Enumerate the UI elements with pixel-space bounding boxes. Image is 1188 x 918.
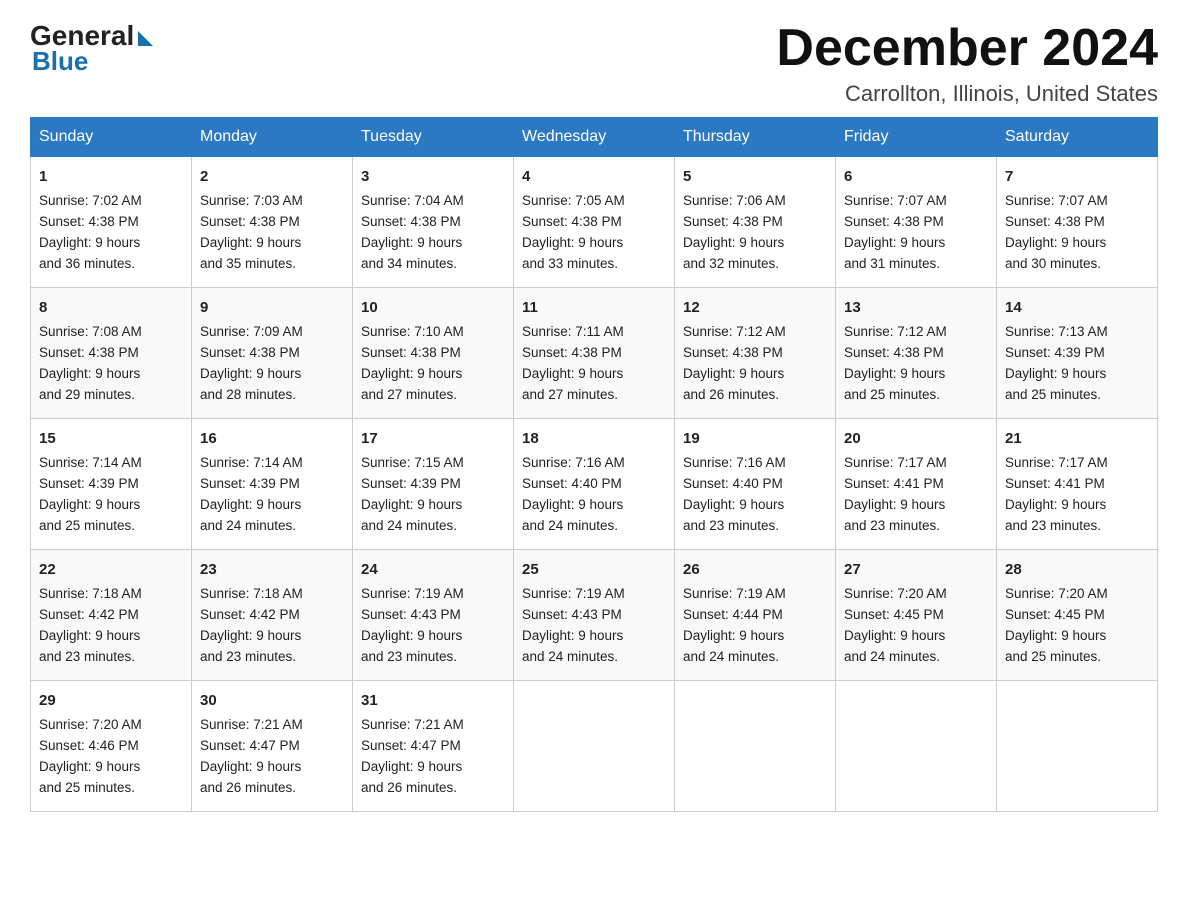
day-number: 7 (1005, 165, 1149, 188)
day-number: 12 (683, 296, 827, 319)
calendar-day-cell (997, 680, 1158, 811)
calendar-day-cell: 29Sunrise: 7:20 AMSunset: 4:46 PMDayligh… (31, 680, 192, 811)
calendar-day-cell: 9Sunrise: 7:09 AMSunset: 4:38 PMDaylight… (192, 288, 353, 419)
day-number: 1 (39, 165, 183, 188)
day-number: 9 (200, 296, 344, 319)
page-header: General Blue December 2024 Carrollton, I… (30, 20, 1158, 107)
calendar-day-cell: 13Sunrise: 7:12 AMSunset: 4:38 PMDayligh… (836, 288, 997, 419)
day-number: 29 (39, 689, 183, 712)
calendar-week-row: 22Sunrise: 7:18 AMSunset: 4:42 PMDayligh… (31, 550, 1158, 681)
calendar-day-cell: 1Sunrise: 7:02 AMSunset: 4:38 PMDaylight… (31, 157, 192, 288)
day-number: 13 (844, 296, 988, 319)
calendar-body: 1Sunrise: 7:02 AMSunset: 4:38 PMDaylight… (31, 157, 1158, 812)
day-number: 15 (39, 427, 183, 450)
calendar-day-cell: 14Sunrise: 7:13 AMSunset: 4:39 PMDayligh… (997, 288, 1158, 419)
calendar-week-row: 29Sunrise: 7:20 AMSunset: 4:46 PMDayligh… (31, 680, 1158, 811)
calendar-day-cell: 22Sunrise: 7:18 AMSunset: 4:42 PMDayligh… (31, 550, 192, 681)
day-number: 25 (522, 558, 666, 581)
calendar-day-cell (675, 680, 836, 811)
calendar-day-cell (514, 680, 675, 811)
day-number: 27 (844, 558, 988, 581)
day-number: 23 (200, 558, 344, 581)
calendar-day-cell: 18Sunrise: 7:16 AMSunset: 4:40 PMDayligh… (514, 419, 675, 550)
day-number: 5 (683, 165, 827, 188)
day-number: 2 (200, 165, 344, 188)
logo: General Blue (30, 20, 153, 77)
calendar-day-cell: 15Sunrise: 7:14 AMSunset: 4:39 PMDayligh… (31, 419, 192, 550)
day-number: 3 (361, 165, 505, 188)
location-title: Carrollton, Illinois, United States (776, 81, 1158, 107)
month-title: December 2024 (776, 20, 1158, 77)
weekday-header-sunday: Sunday (31, 118, 192, 157)
calendar-header: SundayMondayTuesdayWednesdayThursdayFrid… (31, 118, 1158, 157)
calendar-day-cell: 28Sunrise: 7:20 AMSunset: 4:45 PMDayligh… (997, 550, 1158, 681)
day-number: 4 (522, 165, 666, 188)
day-number: 8 (39, 296, 183, 319)
day-number: 30 (200, 689, 344, 712)
calendar-day-cell: 23Sunrise: 7:18 AMSunset: 4:42 PMDayligh… (192, 550, 353, 681)
calendar-day-cell: 8Sunrise: 7:08 AMSunset: 4:38 PMDaylight… (31, 288, 192, 419)
logo-blue-line: Blue (32, 46, 88, 77)
weekday-header-monday: Monday (192, 118, 353, 157)
calendar-day-cell: 2Sunrise: 7:03 AMSunset: 4:38 PMDaylight… (192, 157, 353, 288)
day-number: 26 (683, 558, 827, 581)
calendar-day-cell: 17Sunrise: 7:15 AMSunset: 4:39 PMDayligh… (353, 419, 514, 550)
calendar-week-row: 1Sunrise: 7:02 AMSunset: 4:38 PMDaylight… (31, 157, 1158, 288)
day-number: 14 (1005, 296, 1149, 319)
day-number: 10 (361, 296, 505, 319)
weekday-header-friday: Friday (836, 118, 997, 157)
day-number: 22 (39, 558, 183, 581)
day-number: 20 (844, 427, 988, 450)
calendar-day-cell: 16Sunrise: 7:14 AMSunset: 4:39 PMDayligh… (192, 419, 353, 550)
calendar-day-cell: 19Sunrise: 7:16 AMSunset: 4:40 PMDayligh… (675, 419, 836, 550)
weekday-header-wednesday: Wednesday (514, 118, 675, 157)
day-number: 18 (522, 427, 666, 450)
calendar-day-cell: 12Sunrise: 7:12 AMSunset: 4:38 PMDayligh… (675, 288, 836, 419)
calendar-day-cell: 24Sunrise: 7:19 AMSunset: 4:43 PMDayligh… (353, 550, 514, 681)
calendar-week-row: 8Sunrise: 7:08 AMSunset: 4:38 PMDaylight… (31, 288, 1158, 419)
weekday-header-row: SundayMondayTuesdayWednesdayThursdayFrid… (31, 118, 1158, 157)
calendar-day-cell: 25Sunrise: 7:19 AMSunset: 4:43 PMDayligh… (514, 550, 675, 681)
calendar-day-cell: 4Sunrise: 7:05 AMSunset: 4:38 PMDaylight… (514, 157, 675, 288)
logo-blue-text: Blue (32, 46, 88, 76)
day-number: 16 (200, 427, 344, 450)
day-number: 31 (361, 689, 505, 712)
weekday-header-saturday: Saturday (997, 118, 1158, 157)
title-section: December 2024 Carrollton, Illinois, Unit… (776, 20, 1158, 107)
day-number: 21 (1005, 427, 1149, 450)
calendar-table: SundayMondayTuesdayWednesdayThursdayFrid… (30, 117, 1158, 812)
calendar-day-cell (836, 680, 997, 811)
calendar-day-cell: 7Sunrise: 7:07 AMSunset: 4:38 PMDaylight… (997, 157, 1158, 288)
day-number: 11 (522, 296, 666, 319)
calendar-day-cell: 10Sunrise: 7:10 AMSunset: 4:38 PMDayligh… (353, 288, 514, 419)
calendar-day-cell: 31Sunrise: 7:21 AMSunset: 4:47 PMDayligh… (353, 680, 514, 811)
calendar-day-cell: 5Sunrise: 7:06 AMSunset: 4:38 PMDaylight… (675, 157, 836, 288)
calendar-day-cell: 30Sunrise: 7:21 AMSunset: 4:47 PMDayligh… (192, 680, 353, 811)
day-number: 19 (683, 427, 827, 450)
calendar-day-cell: 11Sunrise: 7:11 AMSunset: 4:38 PMDayligh… (514, 288, 675, 419)
weekday-header-thursday: Thursday (675, 118, 836, 157)
calendar-day-cell: 3Sunrise: 7:04 AMSunset: 4:38 PMDaylight… (353, 157, 514, 288)
calendar-day-cell: 20Sunrise: 7:17 AMSunset: 4:41 PMDayligh… (836, 419, 997, 550)
logo-triangle-icon (138, 31, 153, 46)
day-number: 28 (1005, 558, 1149, 581)
calendar-week-row: 15Sunrise: 7:14 AMSunset: 4:39 PMDayligh… (31, 419, 1158, 550)
day-number: 24 (361, 558, 505, 581)
calendar-day-cell: 21Sunrise: 7:17 AMSunset: 4:41 PMDayligh… (997, 419, 1158, 550)
day-number: 17 (361, 427, 505, 450)
day-number: 6 (844, 165, 988, 188)
calendar-day-cell: 6Sunrise: 7:07 AMSunset: 4:38 PMDaylight… (836, 157, 997, 288)
weekday-header-tuesday: Tuesday (353, 118, 514, 157)
calendar-day-cell: 26Sunrise: 7:19 AMSunset: 4:44 PMDayligh… (675, 550, 836, 681)
calendar-day-cell: 27Sunrise: 7:20 AMSunset: 4:45 PMDayligh… (836, 550, 997, 681)
